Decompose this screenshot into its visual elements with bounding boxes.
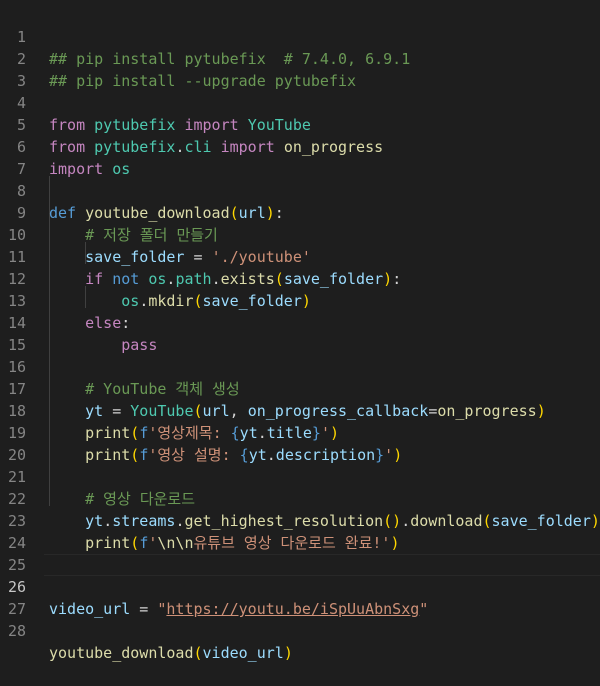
bracket-token: ( [193,644,203,662]
code-line[interactable]: 21 # 영상 다운로드 [0,444,600,508]
code-line[interactable]: 13 else: [0,268,600,332]
code-line[interactable]: 9 # 저장 폴더 만들기 [0,180,600,244]
code-line[interactable]: 25 [0,532,600,574]
code-line[interactable]: 19 print(f'영상 설명: {yt.description}') [0,400,600,464]
code-line[interactable]: 6 import os [0,114,600,178]
line-number: 28 [7,622,26,640]
code-line[interactable]: 12 os.mkdir(save_folder) [0,246,600,310]
code-line[interactable]: 4 from pytubefix import YouTube [0,70,600,134]
code-line[interactable]: 1 ## pip install pytubefix # 7.4.0, 6.9.… [0,4,600,68]
code-editor[interactable]: 1 ## pip install pytubefix # 7.4.0, 6.9.… [0,0,600,662]
code-line[interactable]: 16 # YouTube 객체 생성 [0,334,600,398]
code-line[interactable]: 11 if not os.path.exists(save_folder): [0,224,600,288]
function-token: youtube_download [49,644,194,662]
code-line[interactable]: 5 from pytubefix.cli import on_progress [0,92,600,156]
code-line[interactable]: 14 pass [0,290,600,354]
code-line[interactable]: 3 [0,48,600,90]
code-line[interactable]: 24 [0,510,600,552]
code-line[interactable]: 7 [0,136,600,178]
code-line[interactable]: 8 def youtube_download(url): [0,158,600,222]
code-line[interactable]: 18 print(f'영상제목: {yt.title}') [0,378,600,442]
code-line[interactable]: 10 save_folder = './youtube' [0,202,600,266]
code-line[interactable]: 27 [0,576,600,618]
line-text: youtube_download(video_url) [49,642,293,664]
code-line[interactable]: 15 [0,312,600,354]
bracket-token: ) [283,644,293,662]
code-line[interactable]: 20 [0,422,600,464]
code-line[interactable]: 22 yt.streams.get_highest_resolution().d… [0,466,600,530]
code-line[interactable]: 28 youtube_download(video_url) [0,598,600,662]
code-line[interactable]: 17 yt = YouTube(url, on_progress_callbac… [0,356,600,420]
code-line-current[interactable]: 26 video_url = "https://youtu.be/iSpUuAb… [0,554,600,618]
variable-token: video_url [202,644,284,662]
code-line[interactable]: 23 print(f'\n\n유튜브 영상 다운로드 완료!') [0,488,600,552]
code-line[interactable]: 2 ## pip install --upgrade pytubefix [0,26,600,90]
